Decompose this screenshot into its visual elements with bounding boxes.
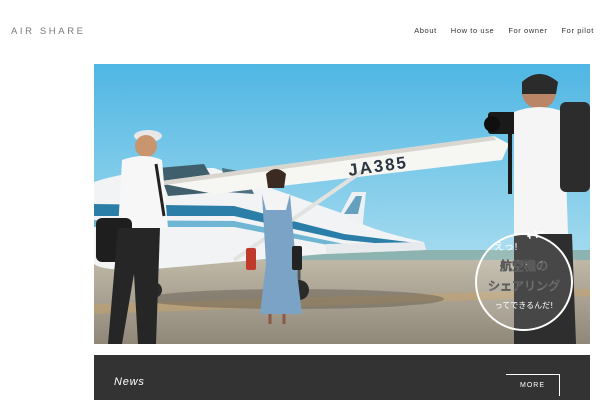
news-title: News	[114, 376, 145, 388]
badge-line-2: 航空機の	[500, 258, 548, 273]
nav-about[interactable]: About	[414, 26, 437, 35]
site-logo[interactable]: AIR SHARE	[11, 26, 86, 37]
badge-line-1: えっ!	[494, 241, 518, 253]
hero-image: JA385 えっ! 航空機の シェアリング ってできるんだ!	[94, 64, 590, 344]
nav-for-pilot[interactable]: For pilot	[562, 26, 595, 35]
nav-how-to-use[interactable]: How to use	[451, 26, 495, 35]
more-button[interactable]: MORE	[506, 374, 560, 396]
badge-line-4: ってできるんだ!	[495, 301, 554, 310]
badge-line-3: シェアリング	[488, 278, 560, 293]
main-nav: About How to use For owner For pilot	[414, 26, 594, 35]
nav-for-owner[interactable]: For owner	[508, 26, 547, 35]
news-section: News MORE	[94, 355, 590, 400]
hero-photo: JA385 えっ! 航空機の シェアリング ってできるんだ!	[94, 64, 590, 344]
